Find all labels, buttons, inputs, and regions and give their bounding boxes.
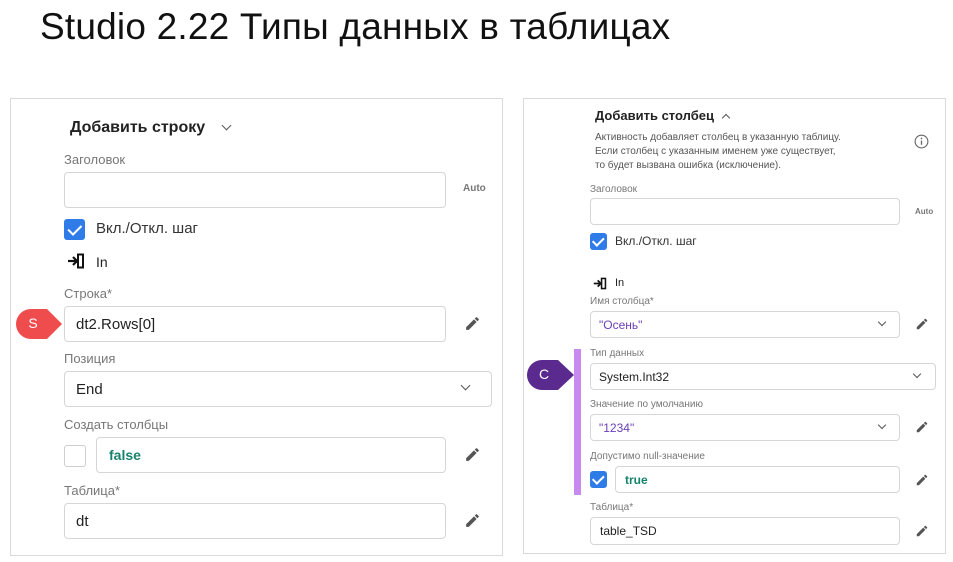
add-row-panel: Добавить строку Заголовок Auto Вкл./Откл… xyxy=(10,98,503,556)
pencil-icon[interactable] xyxy=(915,420,929,434)
create-columns-input[interactable]: false xyxy=(96,437,446,473)
step-checkbox[interactable] xyxy=(64,219,85,240)
chevron-up-icon[interactable] xyxy=(721,113,731,123)
row-input[interactable]: dt2.Rows[0] xyxy=(64,306,446,342)
in-label: In xyxy=(96,254,108,270)
description-line-3: то будет вызвана ошибка (исключение). xyxy=(595,160,782,171)
in-label: In xyxy=(615,277,625,289)
data-type-value: System.Int32 xyxy=(599,369,670,384)
title-label: Заголовок xyxy=(590,184,638,195)
chevron-down-icon[interactable] xyxy=(221,120,232,131)
nullable-checkbox[interactable] xyxy=(590,471,607,488)
description-line-2: Если столбец с указанным именем уже суще… xyxy=(595,146,836,157)
table-value: table_TSD xyxy=(600,524,657,538)
nullable-label: Допустимо null-значение xyxy=(590,451,705,462)
position-select[interactable]: End xyxy=(64,371,492,407)
pencil-icon[interactable] xyxy=(915,473,929,487)
column-name-select[interactable]: "Осень" xyxy=(590,311,900,338)
pencil-icon[interactable] xyxy=(464,512,481,529)
add-column-panel: Добавить столбец Активность добавляет ст… xyxy=(523,98,946,554)
slide-title: Studio 2.22 Типы данных в таблицах xyxy=(40,6,671,47)
pencil-icon[interactable] xyxy=(464,315,481,332)
step-toggle-label: Вкл./Откл. шаг xyxy=(96,220,199,237)
add-row-header-label: Добавить строку xyxy=(70,119,206,136)
add-column-header-label: Добавить столбец xyxy=(595,108,714,123)
data-type-label: Тип данных xyxy=(590,348,645,359)
in-arrow-icon xyxy=(593,277,607,290)
create-columns-checkbox[interactable] xyxy=(64,445,86,467)
table-value: dt xyxy=(76,512,89,530)
column-name-label: Имя столбца* xyxy=(590,296,654,307)
title-input[interactable] xyxy=(590,198,900,225)
pencil-icon[interactable] xyxy=(915,317,929,331)
title-label: Заголовок xyxy=(64,152,126,167)
auto-toggle[interactable]: Auto xyxy=(915,207,933,216)
table-label: Таблица* xyxy=(64,483,121,498)
add-column-header[interactable]: Добавить столбец xyxy=(595,108,714,123)
position-value: End xyxy=(76,380,103,398)
create-columns-label: Создать столбцы xyxy=(64,417,169,432)
description-line-1: Активность добавляет столбец в указанную… xyxy=(595,132,841,143)
pencil-icon[interactable] xyxy=(464,446,481,463)
table-input[interactable]: dt xyxy=(64,503,446,539)
row-label: Строка* xyxy=(64,286,113,301)
auto-toggle[interactable]: Auto xyxy=(463,183,486,194)
info-icon[interactable] xyxy=(914,134,929,149)
nullable-value: true xyxy=(625,472,648,487)
default-value-label: Значение по умолчанию xyxy=(590,399,703,410)
default-value-value: "1234" xyxy=(599,420,635,435)
nullable-input[interactable]: true xyxy=(615,466,900,493)
default-value-select[interactable]: "1234" xyxy=(590,414,900,441)
position-label: Позиция xyxy=(64,351,116,366)
create-columns-value: false xyxy=(109,447,141,463)
data-type-select[interactable]: System.Int32 xyxy=(590,363,936,390)
description: Активность добавляет столбец в указанную… xyxy=(595,131,841,173)
row-value: dt2.Rows[0] xyxy=(76,315,156,333)
c-badge-label: C xyxy=(538,366,550,382)
in-arrow-icon xyxy=(68,253,84,269)
title-input[interactable] xyxy=(64,172,446,208)
step-checkbox[interactable] xyxy=(590,233,607,250)
pencil-icon[interactable] xyxy=(915,524,929,538)
table-label: Таблица* xyxy=(590,502,634,513)
s-badge-label: S xyxy=(28,315,38,331)
add-row-header[interactable]: Добавить строку xyxy=(70,119,205,137)
table-input[interactable]: table_TSD xyxy=(590,517,900,545)
column-name-value: "Осень" xyxy=(599,317,643,332)
step-toggle-label: Вкл./Откл. шаг xyxy=(615,234,697,248)
